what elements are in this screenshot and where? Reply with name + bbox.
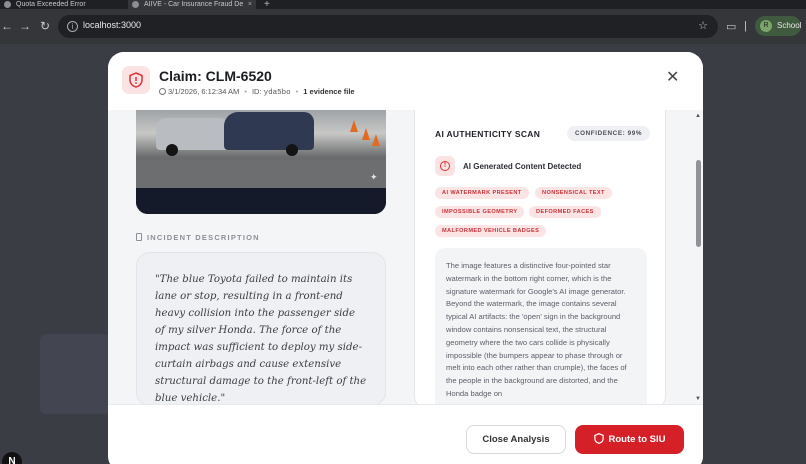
- background-card: [40, 334, 110, 414]
- route-to-siu-button[interactable]: Route to SIU: [575, 425, 684, 454]
- ai-scan-card: AI AUTHENTICITY SCAN CONFIDENCE: 99% ! A…: [414, 110, 666, 410]
- alert-icon: !: [435, 156, 455, 176]
- close-analysis-button[interactable]: Close Analysis: [466, 425, 566, 454]
- claim-modal: ✦ INCIDENT DESCRIPTION "The blue Toyota …: [108, 52, 703, 464]
- avatar: R: [760, 20, 772, 32]
- browser-toolbar: ← → ↻ i localhost:3000 ☆ ▭ | R School: [0, 9, 806, 44]
- tab-aiive[interactable]: AIIVE - Car Insurance Fraud De ×: [128, 0, 256, 9]
- profile-label: School: [777, 21, 802, 30]
- flag-tag: DEFORMED FACES: [529, 206, 601, 218]
- modal-header: Claim: CLM-6520 3/1/2026, 6:12:34 AM • ID:…: [108, 52, 703, 110]
- new-tab-button[interactable]: +: [256, 0, 270, 10]
- flag-tag: IMPOSSIBLE GEOMETRY: [435, 206, 525, 218]
- shield-icon: [593, 433, 604, 444]
- claim-id: yda5bo: [263, 89, 291, 97]
- route-label: Route to SIU: [608, 434, 666, 445]
- back-icon[interactable]: ←: [0, 19, 14, 33]
- flag-tag: AI WATERMARK PRESENT: [435, 187, 529, 199]
- scrollbar[interactable]: ▲ ▼: [693, 110, 703, 410]
- browser-tab-bar: Quota Exceeded Error AIIVE - Car Insuran…: [0, 0, 806, 10]
- address-bar[interactable]: i localhost:3000 ☆: [58, 15, 718, 38]
- tab-label: Quota Exceeded Error: [16, 1, 86, 8]
- url-text: localhost:3000: [83, 20, 142, 30]
- close-icon[interactable]: ✕: [666, 70, 679, 86]
- bookmark-star-icon[interactable]: ☆: [698, 19, 708, 32]
- claim-datetime: 3/1/2026, 6:12:34 AM: [168, 87, 240, 96]
- scroll-up-icon[interactable]: ▲: [695, 113, 701, 119]
- shield-badge: [122, 66, 150, 94]
- scrollbar-thumb[interactable]: [696, 160, 701, 247]
- analysis-text: The image features a distinctive four-po…: [446, 261, 627, 398]
- tab-label: AIIVE - Car Insurance Fraud De: [144, 1, 244, 8]
- clock-icon: [159, 88, 166, 95]
- photo-footer: [136, 188, 386, 214]
- forward-icon[interactable]: →: [18, 19, 32, 33]
- wheel: [286, 144, 298, 156]
- detection-result: AI Generated Content Detected: [463, 162, 582, 171]
- evidence-photo[interactable]: ✦: [136, 110, 386, 214]
- incident-text: "The blue Toyota failed to maintain its …: [155, 274, 367, 404]
- scroll-down-icon[interactable]: ▼: [695, 396, 701, 402]
- traffic-cone: [350, 120, 358, 132]
- blue-car: [224, 112, 314, 150]
- confidence-badge: CONFIDENCE: 99%: [567, 126, 651, 141]
- claim-meta: 3/1/2026, 6:12:34 AM • ID: yda5bo • 1 eviden…: [159, 87, 355, 97]
- watermark-star-icon: ✦: [370, 172, 378, 182]
- document-icon: [136, 233, 142, 241]
- tab-favicon-icon: [132, 1, 139, 8]
- tab-favicon-icon: [4, 1, 11, 8]
- incident-description-card: "The blue Toyota failed to maintain its …: [136, 252, 386, 406]
- shield-icon: [129, 72, 143, 88]
- flag-tag: MALFORMED VEHICLE BADGES: [435, 225, 547, 237]
- scan-title: AI AUTHENTICITY SCAN: [435, 129, 541, 139]
- id-label: ID:: [251, 87, 262, 96]
- reload-icon[interactable]: ↻: [38, 19, 52, 33]
- close-tab-icon[interactable]: ×: [248, 0, 252, 9]
- photo-road: [136, 160, 386, 188]
- analysis-box: The image features a distinctive four-po…: [435, 248, 647, 410]
- cast-icon[interactable]: ▭: [726, 20, 736, 33]
- modal-footer: Close Analysis Route to SIU: [108, 404, 703, 464]
- incident-heading: INCIDENT DESCRIPTION: [136, 233, 260, 242]
- flag-tag: NONSENSICAL TEXT: [535, 187, 612, 199]
- modal-title: Claim: CLM-6520: [159, 68, 272, 84]
- profile-button[interactable]: R School: [755, 16, 801, 36]
- divider: |: [744, 20, 747, 32]
- traffic-cone: [372, 134, 380, 146]
- tab-quota-error[interactable]: Quota Exceeded Error: [0, 0, 128, 9]
- evidence-count: 1 evidence file: [303, 87, 355, 96]
- site-info-icon[interactable]: i: [67, 21, 78, 32]
- traffic-cone: [362, 128, 370, 140]
- wheel: [166, 144, 178, 156]
- incident-label: INCIDENT DESCRIPTION: [147, 233, 260, 242]
